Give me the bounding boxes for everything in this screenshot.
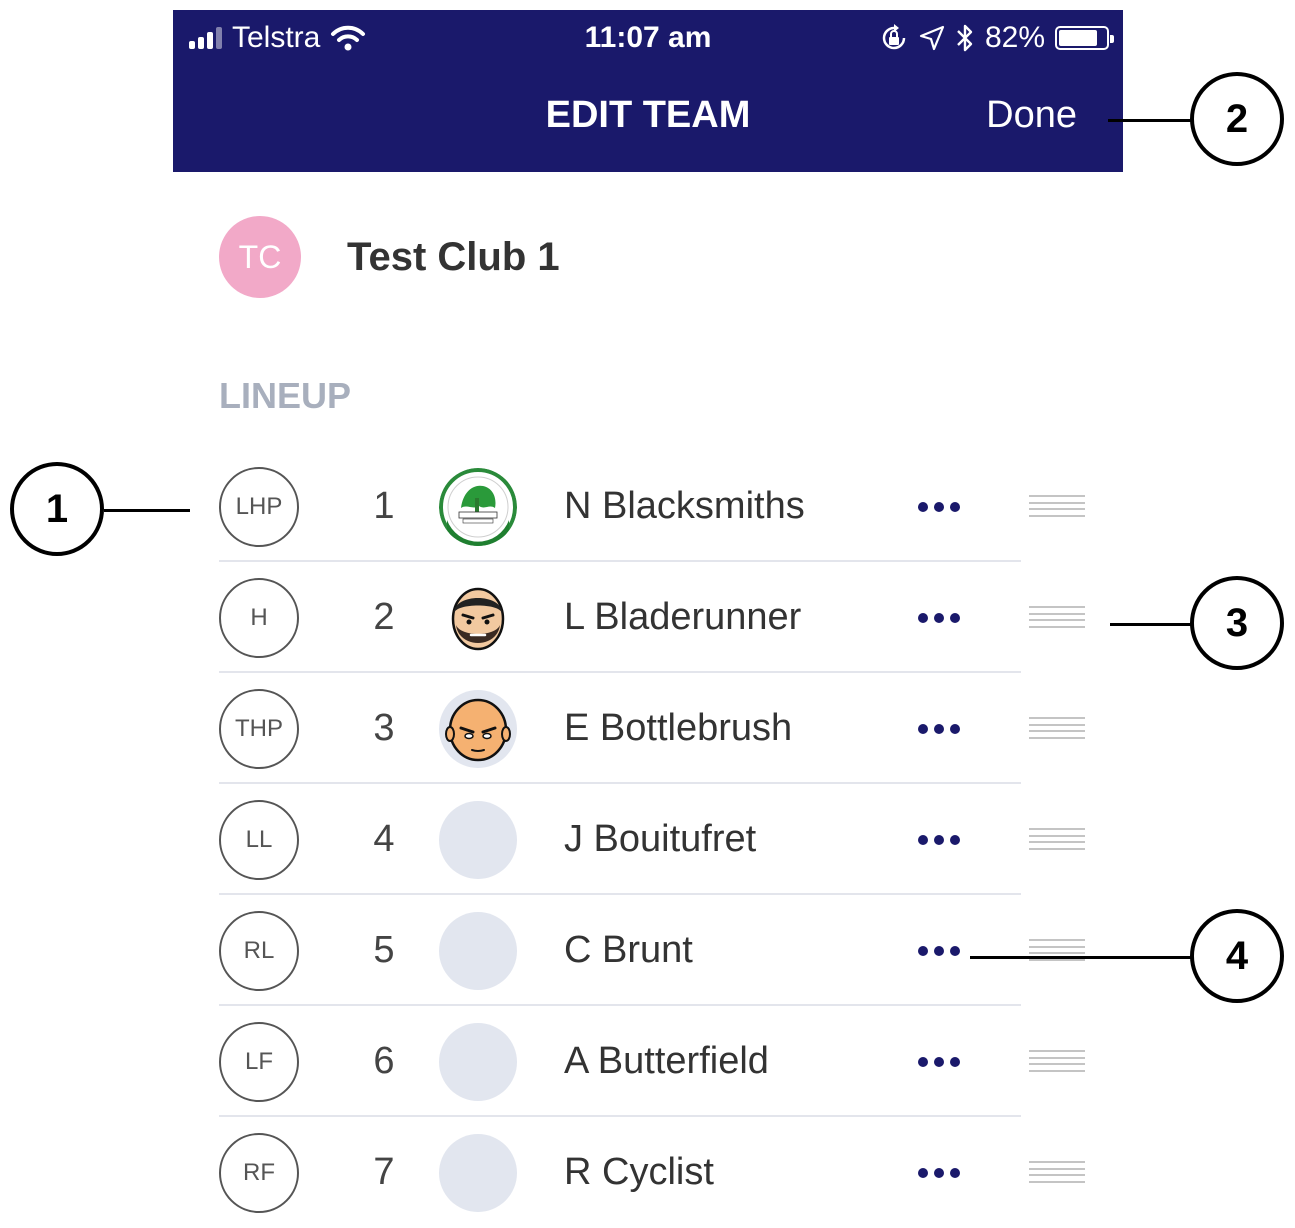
player-row[interactable]: RF 7 R Cyclist	[219, 1117, 1123, 1228]
more-options-button[interactable]	[909, 489, 969, 525]
team-name: Test Club 1	[347, 234, 560, 279]
done-button[interactable]: Done	[986, 90, 1077, 140]
player-name: L Bladerunner	[564, 596, 802, 638]
drag-handle-icon[interactable]	[1029, 828, 1085, 850]
bearded-face-avatar	[439, 579, 517, 657]
player-row[interactable]: RL 5 C Brunt	[219, 895, 1123, 1006]
callout-2: 2	[1190, 72, 1284, 166]
drag-handle-icon[interactable]	[1029, 717, 1085, 739]
more-options-button[interactable]	[909, 711, 969, 747]
player-row[interactable]: LHP 1 N Blacksmiths	[219, 451, 1123, 562]
bald-face-avatar	[439, 690, 517, 768]
player-row[interactable]: LF 6 A Butterfield	[219, 1006, 1123, 1117]
team-header: TC Test Club 1	[219, 215, 560, 299]
callout-3: 3	[1190, 576, 1284, 670]
drag-handle-icon[interactable]	[1029, 495, 1085, 517]
bald-face-icon	[445, 698, 511, 762]
team-avatar: TC	[219, 216, 301, 298]
drag-handle-icon[interactable]	[1029, 1161, 1085, 1183]
position-badge[interactable]: RF	[219, 1133, 299, 1213]
position-badge[interactable]: H	[219, 578, 299, 658]
position-badge[interactable]: LL	[219, 800, 299, 880]
status-right: 82%	[879, 18, 1114, 58]
player-number: 1	[373, 485, 395, 527]
more-options-button[interactable]	[909, 600, 969, 636]
callout-4: 4	[1190, 909, 1284, 1003]
lineup-list: LHP 1 N Blacksmiths H 2 L Bladerunner TH…	[219, 451, 1123, 1228]
player-number: 2	[373, 596, 395, 638]
player-name: E Bottlebrush	[564, 707, 793, 749]
player-number: 4	[373, 818, 395, 860]
battery-icon	[1055, 26, 1114, 50]
player-name: R Cyclist	[564, 1151, 714, 1193]
more-options-button[interactable]	[909, 1044, 969, 1080]
callout-3-line	[1110, 623, 1192, 626]
player-row[interactable]: H 2 L Bladerunner	[219, 562, 1123, 673]
app-screen: Telstra 11:07 am 82% EDIT TEAM Done TC T…	[173, 10, 1123, 1228]
battery-fill	[1059, 30, 1097, 46]
callout-1-line	[104, 509, 190, 512]
placeholder-avatar	[439, 912, 517, 990]
placeholder-avatar	[439, 801, 517, 879]
position-badge[interactable]: RL	[219, 911, 299, 991]
player-name: A Butterfield	[564, 1040, 769, 1082]
player-number: 3	[373, 707, 395, 749]
position-badge[interactable]: LHP	[219, 467, 299, 547]
player-number: 6	[373, 1040, 395, 1082]
callout-2-line	[1108, 119, 1192, 122]
player-row[interactable]: THP 3 E Bottlebrush	[219, 673, 1123, 784]
drag-handle-icon[interactable]	[1029, 1050, 1085, 1072]
player-name: C Brunt	[564, 929, 693, 971]
drag-handle-icon[interactable]	[1029, 606, 1085, 628]
player-name: J Bouitufret	[564, 818, 757, 860]
placeholder-avatar	[439, 1023, 517, 1101]
page-title: EDIT TEAM	[545, 94, 751, 136]
placeholder-avatar	[439, 1134, 517, 1212]
callout-4-line	[970, 956, 1192, 959]
more-options-button[interactable]	[909, 822, 969, 858]
more-options-button[interactable]	[909, 1155, 969, 1191]
player-name: N Blacksmiths	[564, 485, 805, 527]
bearded-face-icon	[451, 587, 505, 651]
status-bar: Telstra 11:07 am 82%	[173, 10, 1123, 66]
location-arrow-icon	[919, 25, 945, 51]
club-logo-avatar	[439, 468, 517, 546]
battery-percent: 82%	[984, 21, 1045, 54]
callout-1: 1	[10, 462, 104, 556]
player-number: 7	[373, 1151, 395, 1193]
more-options-button[interactable]	[909, 933, 969, 969]
club-logo-icon	[439, 468, 517, 546]
bluetooth-icon	[957, 24, 973, 52]
lineup-section-label: LINEUP	[219, 375, 352, 416]
player-number: 5	[373, 929, 395, 971]
rotation-lock-icon	[882, 24, 906, 50]
position-badge[interactable]: LF	[219, 1022, 299, 1102]
player-row[interactable]: LL 4 J Bouitufret	[219, 784, 1123, 895]
navigation-bar: Telstra 11:07 am 82% EDIT TEAM Done	[173, 10, 1123, 172]
position-badge[interactable]: THP	[219, 689, 299, 769]
